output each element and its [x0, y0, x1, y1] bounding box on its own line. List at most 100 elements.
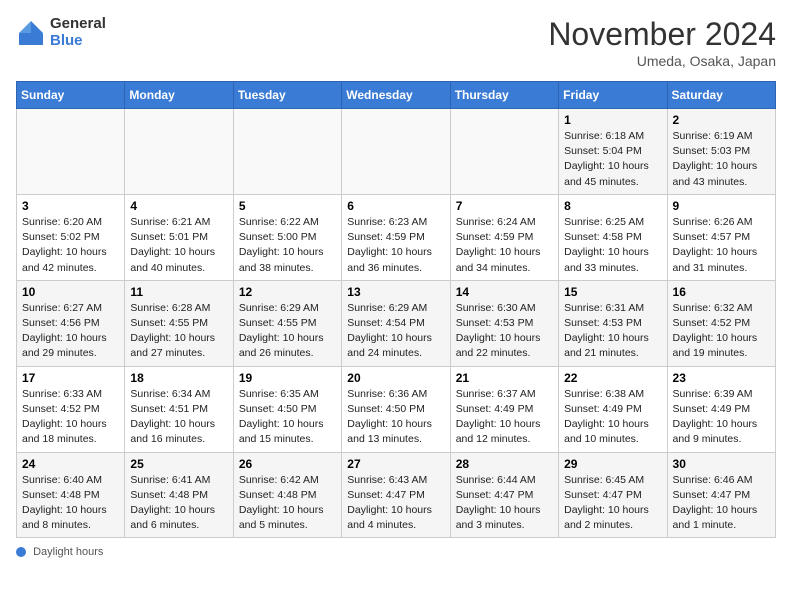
calendar-cell: 5Sunrise: 6:22 AM Sunset: 5:00 PM Daylig… [233, 194, 341, 280]
day-info: Sunrise: 6:20 AM Sunset: 5:02 PM Dayligh… [22, 215, 119, 276]
day-number: 27 [347, 457, 444, 471]
day-number: 2 [673, 113, 770, 127]
day-number: 23 [673, 371, 770, 385]
day-of-week-header: Saturday [667, 82, 775, 109]
calendar-week-row: 1 Sunrise: 6:18 AM Sunset: 5:04 PM Daylig… [17, 109, 776, 195]
day-info: Sunrise: 6:39 AM Sunset: 4:49 PM Dayligh… [673, 387, 770, 448]
day-info: Sunrise: 6:25 AM Sunset: 4:58 PM Dayligh… [564, 215, 661, 276]
calendar-week-row: 24Sunrise: 6:40 AM Sunset: 4:48 PM Dayli… [17, 452, 776, 538]
day-number: 15 [564, 285, 661, 299]
day-info: Sunrise: 6:34 AM Sunset: 4:51 PM Dayligh… [130, 387, 227, 448]
day-number: 24 [22, 457, 119, 471]
day-number: 8 [564, 199, 661, 213]
day-number: 3 [22, 199, 119, 213]
logo: General Blue [16, 16, 106, 49]
calendar-cell: 3 Sunrise: 6:20 AM Sunset: 5:02 PM Daylig… [17, 194, 125, 280]
day-number: 1 [564, 113, 661, 127]
calendar-cell: 29Sunrise: 6:45 AM Sunset: 4:47 PM Dayli… [559, 452, 667, 538]
day-number: 30 [673, 457, 770, 471]
day-of-week-header: Tuesday [233, 82, 341, 109]
day-of-week-header: Wednesday [342, 82, 450, 109]
day-info: Sunrise: 6:41 AM Sunset: 4:48 PM Dayligh… [130, 473, 227, 534]
calendar-cell: 8 Sunrise: 6:25 AM Sunset: 4:58 PM Daylig… [559, 194, 667, 280]
calendar-cell: 22 Sunrise: 6:38 AM Sunset: 4:49 PM Dayli… [559, 366, 667, 452]
day-info: Sunrise: 6:33 AM Sunset: 4:52 PM Dayligh… [22, 387, 119, 448]
calendar-cell: 13 Sunrise: 6:29 AM Sunset: 4:54 PM Dayli… [342, 280, 450, 366]
logo-icon [16, 18, 46, 48]
title-block: November 2024 Umeda, Osaka, Japan [548, 16, 776, 69]
calendar-cell: 19 Sunrise: 6:35 AM Sunset: 4:50 PM Dayli… [233, 366, 341, 452]
day-number: 13 [347, 285, 444, 299]
day-of-week-header: Thursday [450, 82, 558, 109]
calendar-week-row: 3 Sunrise: 6:20 AM Sunset: 5:02 PM Daylig… [17, 194, 776, 280]
day-info: Sunrise: 6:36 AM Sunset: 4:50 PM Dayligh… [347, 387, 444, 448]
day-number: 4 [130, 199, 227, 213]
day-info: Sunrise: 6:30 AM Sunset: 4:53 PM Dayligh… [456, 301, 553, 362]
day-number: 25 [130, 457, 227, 471]
day-info: Sunrise: 6:18 AM Sunset: 5:04 PM Dayligh… [564, 129, 661, 190]
calendar-cell: 25 Sunrise: 6:41 AM Sunset: 4:48 PM Dayli… [125, 452, 233, 538]
day-info: Sunrise: 6:43 AM Sunset: 4:47 PM Dayligh… [347, 473, 444, 534]
day-number: 17 [22, 371, 119, 385]
calendar-cell: 17 Sunrise: 6:33 AM Sunset: 4:52 PM Dayli… [17, 366, 125, 452]
calendar-cell: 27 Sunrise: 6:43 AM Sunset: 4:47 PM Dayli… [342, 452, 450, 538]
calendar-cell [17, 109, 125, 195]
day-info: Sunrise: 6:23 AM Sunset: 4:59 PM Dayligh… [347, 215, 444, 276]
day-info: Sunrise: 6:24 AM Sunset: 4:59 PM Dayligh… [456, 215, 553, 276]
day-info: Sunrise: 6:38 AM Sunset: 4:49 PM Dayligh… [564, 387, 661, 448]
calendar-cell [125, 109, 233, 195]
calendar-table: SundayMondayTuesdayWednesdayThursdayFrid… [16, 81, 776, 538]
day-number: 20 [347, 371, 444, 385]
daylight-dot [16, 547, 26, 557]
calendar-cell [450, 109, 558, 195]
calendar-cell: 11Sunrise: 6:28 AM Sunset: 4:55 PM Dayli… [125, 280, 233, 366]
calendar-cell: 14Sunrise: 6:30 AM Sunset: 4:53 PM Dayli… [450, 280, 558, 366]
day-number: 16 [673, 285, 770, 299]
day-number: 19 [239, 371, 336, 385]
day-info: Sunrise: 6:35 AM Sunset: 4:50 PM Dayligh… [239, 387, 336, 448]
calendar-cell: 16 Sunrise: 6:32 AM Sunset: 4:52 PM Dayli… [667, 280, 775, 366]
day-info: Sunrise: 6:29 AM Sunset: 4:54 PM Dayligh… [347, 301, 444, 362]
day-number: 18 [130, 371, 227, 385]
calendar-week-row: 10Sunrise: 6:27 AM Sunset: 4:56 PM Dayli… [17, 280, 776, 366]
day-number: 10 [22, 285, 119, 299]
calendar-cell: 26 Sunrise: 6:42 AM Sunset: 4:48 PM Dayli… [233, 452, 341, 538]
calendar-header-row: SundayMondayTuesdayWednesdayThursdayFrid… [17, 82, 776, 109]
logo-text: General Blue [50, 16, 106, 49]
footer: Daylight hours [16, 546, 776, 558]
calendar-cell [342, 109, 450, 195]
day-info: Sunrise: 6:19 AM Sunset: 5:03 PM Dayligh… [673, 129, 770, 190]
day-number: 7 [456, 199, 553, 213]
day-number: 22 [564, 371, 661, 385]
calendar-cell: 9Sunrise: 6:26 AM Sunset: 4:57 PM Daylig… [667, 194, 775, 280]
calendar-cell: 4 Sunrise: 6:21 AM Sunset: 5:01 PM Daylig… [125, 194, 233, 280]
calendar-cell: 28 Sunrise: 6:44 AM Sunset: 4:47 PM Dayli… [450, 452, 558, 538]
day-of-week-header: Monday [125, 82, 233, 109]
calendar-cell: 20 Sunrise: 6:36 AM Sunset: 4:50 PM Dayli… [342, 366, 450, 452]
day-info: Sunrise: 6:26 AM Sunset: 4:57 PM Dayligh… [673, 215, 770, 276]
day-info: Sunrise: 6:22 AM Sunset: 5:00 PM Dayligh… [239, 215, 336, 276]
day-info: Sunrise: 6:21 AM Sunset: 5:01 PM Dayligh… [130, 215, 227, 276]
day-number: 26 [239, 457, 336, 471]
calendar-cell: 18 Sunrise: 6:34 AM Sunset: 4:51 PM Dayli… [125, 366, 233, 452]
day-number: 11 [130, 285, 227, 299]
day-of-week-header: Friday [559, 82, 667, 109]
calendar-cell: 7 Sunrise: 6:24 AM Sunset: 4:59 PM Daylig… [450, 194, 558, 280]
day-number: 28 [456, 457, 553, 471]
calendar-header: SundayMondayTuesdayWednesdayThursdayFrid… [17, 82, 776, 109]
day-of-week-header: Sunday [17, 82, 125, 109]
daylight-label: Daylight hours [33, 546, 103, 558]
day-info: Sunrise: 6:45 AM Sunset: 4:47 PM Dayligh… [564, 473, 661, 534]
calendar-week-row: 17 Sunrise: 6:33 AM Sunset: 4:52 PM Dayli… [17, 366, 776, 452]
day-number: 21 [456, 371, 553, 385]
day-number: 12 [239, 285, 336, 299]
day-number: 6 [347, 199, 444, 213]
calendar-cell: 30Sunrise: 6:46 AM Sunset: 4:47 PM Dayli… [667, 452, 775, 538]
day-info: Sunrise: 6:32 AM Sunset: 4:52 PM Dayligh… [673, 301, 770, 362]
calendar-cell: 15Sunrise: 6:31 AM Sunset: 4:53 PM Dayli… [559, 280, 667, 366]
calendar-cell: 21Sunrise: 6:37 AM Sunset: 4:49 PM Dayli… [450, 366, 558, 452]
calendar-cell: 12Sunrise: 6:29 AM Sunset: 4:55 PM Dayli… [233, 280, 341, 366]
day-info: Sunrise: 6:44 AM Sunset: 4:47 PM Dayligh… [456, 473, 553, 534]
calendar-cell [233, 109, 341, 195]
day-info: Sunrise: 6:42 AM Sunset: 4:48 PM Dayligh… [239, 473, 336, 534]
